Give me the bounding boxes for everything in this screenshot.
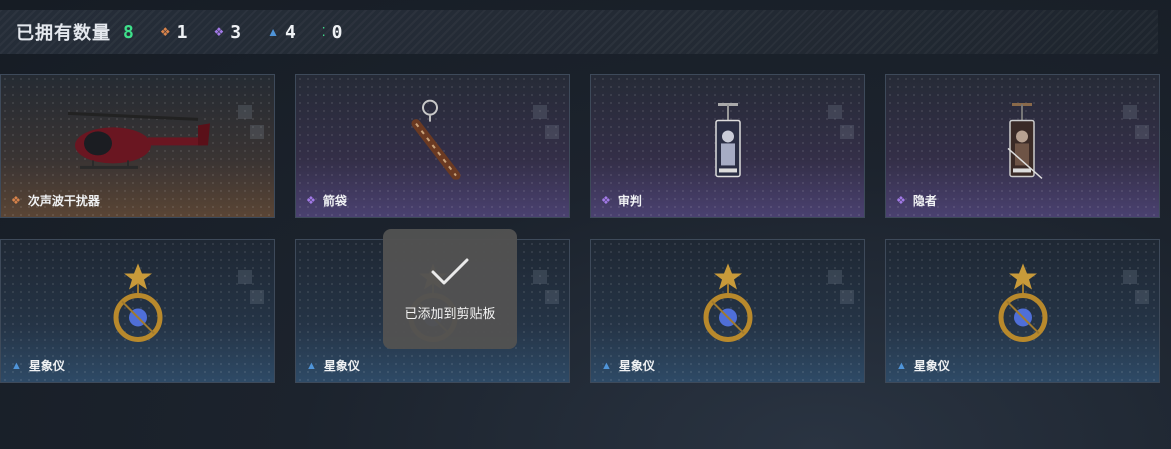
stat-blue: ▲ 4 [267,22,296,43]
card-decoration [533,105,559,165]
item-label: ❖ 审判 [601,192,642,209]
blue-rarity-icon: ▲ [267,25,279,39]
orange-rarity-icon: ❖ [11,195,21,207]
card-decoration [1123,105,1149,165]
item-label: ❖ 次声波干扰器 [11,192,100,209]
green-rarity-icon: ⁚ [321,25,326,39]
blue-count: 4 [284,21,296,43]
card-decoration [828,105,854,165]
blue-rarity-icon: ▲ [896,359,907,372]
item-name: 审判 [617,194,642,208]
helicopter-icon [67,111,210,169]
item-name: 星象仪 [323,359,360,373]
item-card[interactable]: ❖ 次声波干扰器 [0,74,275,218]
astrolabe-icon [703,263,752,342]
blue-rarity-icon: ▲ [306,359,317,372]
item-name: 星象仪 [913,359,950,373]
card-decoration [238,270,264,330]
stat-green: ⁚ 0 [322,22,343,43]
item-label: ❖ 隐者 [896,192,937,209]
stat-orange: ❖ 1 [160,22,188,43]
astrolabe-icon [998,263,1047,342]
astrolabe-icon [113,263,162,342]
tarot-card-icon [1007,102,1042,180]
item-label: ▲ 星象仪 [601,357,655,374]
purple-rarity-icon: ❖ [213,25,225,39]
item-name: 箭袋 [322,194,347,208]
owned-count-title: 已拥有数量 [16,23,111,43]
item-card[interactable]: ▲ 星象仪 [0,239,275,383]
item-card[interactable]: ▲ 星象仪 [590,239,865,383]
item-label: ▲ 星象仪 [11,357,65,374]
orange-count: 1 [176,21,188,43]
blue-rarity-icon: ▲ [11,359,22,372]
purple-rarity-icon: ❖ [896,195,906,207]
quiver-icon [411,99,460,180]
owned-count-header: 已拥有数量 8 ❖ 1 ❖ 3 ▲ 4 ⁚ 0 [0,10,1158,54]
clipboard-toast: 已添加到剪贴板 [383,229,517,349]
tarot-card-icon [714,102,741,178]
blue-rarity-icon: ▲ [601,359,612,372]
card-decoration [533,270,559,330]
item-label: ▲ 星象仪 [306,357,360,374]
item-name: 星象仪 [618,359,655,373]
card-decoration [238,105,264,165]
owned-total-count: 8 [123,21,134,43]
item-label: ❖ 箭袋 [306,192,347,209]
card-decoration [828,270,854,330]
purple-rarity-icon: ❖ [306,195,316,207]
item-label: ▲ 星象仪 [896,357,950,374]
item-name: 隐者 [912,194,937,208]
purple-count: 3 [230,21,242,43]
item-card[interactable]: ❖ 箭袋 [295,74,570,218]
green-count: 0 [331,21,343,43]
item-name: 次声波干扰器 [27,194,100,208]
item-card[interactable]: ❖ 隐者 [885,74,1160,218]
purple-rarity-icon: ❖ [601,195,611,207]
checkmark-icon [431,258,469,284]
stat-purple: ❖ 3 [213,22,241,43]
item-card[interactable]: ▲ 星象仪 [885,239,1160,383]
item-card[interactable]: ❖ 审判 [590,74,865,218]
orange-rarity-icon: ❖ [159,25,171,39]
toast-message: 已添加到剪贴板 [404,305,496,321]
item-name: 星象仪 [28,359,65,373]
card-decoration [1123,270,1149,330]
